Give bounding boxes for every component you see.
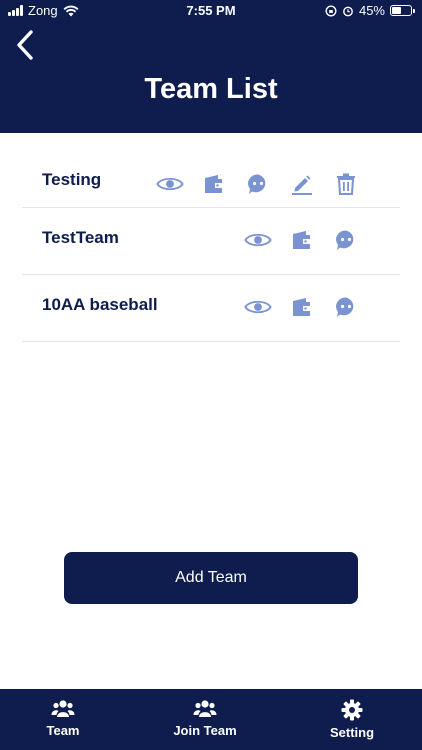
eye-icon <box>244 233 272 247</box>
wallet-button[interactable] <box>288 226 316 254</box>
delete-team-button[interactable] <box>332 170 360 198</box>
view-team-button[interactable] <box>156 170 184 198</box>
team-actions <box>244 226 360 254</box>
view-team-button[interactable] <box>244 293 272 321</box>
tab-label: Team <box>46 723 80 738</box>
chat-icon <box>248 174 266 194</box>
trash-icon <box>337 173 355 195</box>
chat-icon <box>336 230 354 250</box>
battery-icon <box>390 5 415 16</box>
users-icon <box>51 700 75 717</box>
wallet-icon <box>205 175 222 193</box>
chat-icon <box>336 297 354 317</box>
header: Zong 7:55 PM 45% Team List <box>0 0 422 133</box>
alarm-icon <box>343 6 353 16</box>
team-name: 10AA baseball <box>42 295 158 314</box>
tab-bar: Team Join Team Setting <box>0 689 422 750</box>
team-name: Testing <box>42 170 102 189</box>
team-actions <box>156 170 360 198</box>
tab-label: Setting <box>329 725 375 740</box>
team-row: TestTeam <box>22 208 400 275</box>
users-icon <box>193 700 217 717</box>
add-team-button[interactable]: Add Team <box>64 552 358 604</box>
chat-button[interactable] <box>332 293 360 321</box>
wallet-icon <box>293 298 310 316</box>
team-row: 10AA baseball <box>22 275 400 342</box>
eye-icon <box>156 177 184 191</box>
tab-label: Join Team <box>173 723 237 738</box>
wallet-icon <box>293 231 310 249</box>
chat-button[interactable] <box>244 170 272 198</box>
view-team-button[interactable] <box>244 226 272 254</box>
page-title: Team List <box>144 73 278 105</box>
chat-button[interactable] <box>332 226 360 254</box>
tab-join-team[interactable]: Join Team <box>150 699 260 738</box>
wallet-button[interactable] <box>200 170 228 198</box>
tab-setting[interactable]: Setting <box>297 699 407 740</box>
battery-percent: 45% <box>358 3 385 18</box>
team-row: Testing <box>22 150 400 208</box>
team-actions <box>244 293 360 321</box>
chevron-left-icon <box>17 30 33 60</box>
edit-team-button[interactable] <box>288 170 316 198</box>
wallet-button[interactable] <box>288 293 316 321</box>
status-bar: Zong 7:55 PM 45% <box>0 0 422 22</box>
back-button[interactable] <box>10 28 40 62</box>
pencil-icon <box>292 175 312 195</box>
team-list: Testing TestTeam 10AA baseball <box>22 150 400 342</box>
tab-team[interactable]: Team <box>8 699 118 738</box>
gear-icon <box>341 699 363 721</box>
orientation-lock-icon <box>325 4 337 17</box>
eye-icon <box>244 300 272 314</box>
team-name: TestTeam <box>42 228 119 247</box>
